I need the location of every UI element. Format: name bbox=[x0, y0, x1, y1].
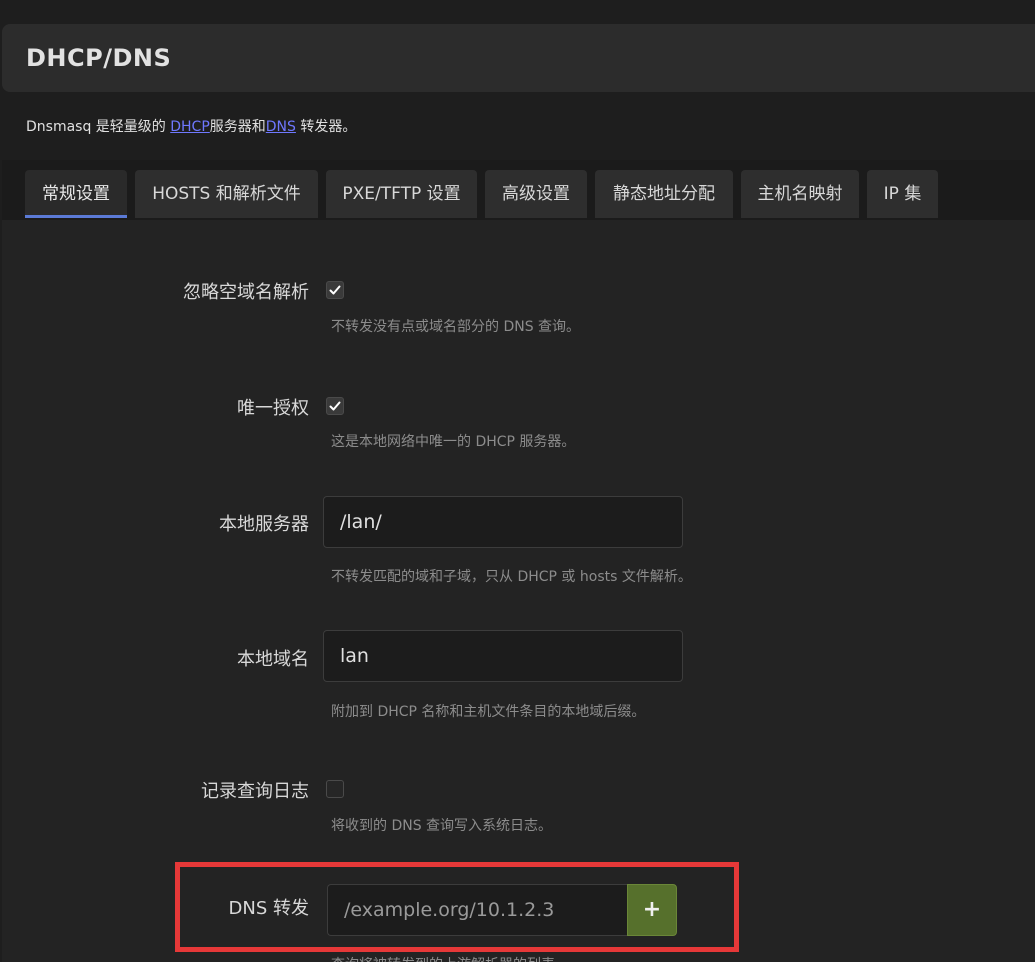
local-domain-help: 附加到 DHCP 名称和主机文件条目的本地域后缀。 bbox=[331, 704, 646, 720]
authoritative-label: 唯一授权 bbox=[237, 398, 309, 419]
dns-forward-label: DNS 转发 bbox=[228, 898, 309, 919]
content-panel bbox=[2, 160, 1035, 962]
log-queries-help: 将收到的 DNS 查询写入系统日志。 bbox=[331, 818, 553, 834]
description-middle: 服务器和 bbox=[209, 119, 266, 135]
log-queries-checkbox[interactable] bbox=[326, 780, 344, 798]
local-server-input[interactable] bbox=[323, 496, 683, 548]
description-prefix: Dnsmasq 是轻量级的 bbox=[26, 119, 171, 135]
dhcp-link[interactable]: DHCP bbox=[170, 119, 210, 135]
dns-forward-help: 查询将被转发到的上游解析器的列表 bbox=[331, 954, 555, 962]
checkmark-icon bbox=[329, 285, 341, 295]
checkmark-icon bbox=[329, 401, 341, 411]
tab-hostnames[interactable]: 主机名映射 bbox=[741, 170, 859, 218]
tab-general-settings[interactable]: 常规设置 bbox=[25, 170, 127, 218]
authoritative-checkbox[interactable] bbox=[326, 397, 344, 415]
dns-forward-add-button[interactable]: + bbox=[627, 884, 677, 936]
tab-advanced-settings[interactable]: 高级设置 bbox=[485, 170, 587, 218]
domain-needed-checkbox[interactable] bbox=[326, 281, 344, 299]
description-suffix: 转发器。 bbox=[295, 119, 357, 135]
title-bar: DHCP/DNS bbox=[2, 24, 1035, 92]
log-queries-label: 记录查询日志 bbox=[201, 781, 309, 802]
authoritative-help: 这是本地网络中唯一的 DHCP 服务器。 bbox=[331, 434, 576, 450]
local-server-help: 不转发匹配的域和子域，只从 DHCP 或 hosts 文件解析。 bbox=[331, 569, 692, 585]
dns-link[interactable]: DNS bbox=[266, 119, 296, 135]
page-description: Dnsmasq 是轻量级的 DHCP服务器和DNS 转发器。 bbox=[26, 116, 356, 136]
dns-forward-input[interactable] bbox=[327, 884, 627, 936]
tab-ip-sets[interactable]: IP 集 bbox=[867, 170, 938, 218]
local-server-label: 本地服务器 bbox=[219, 514, 309, 535]
tab-pxe-tftp-settings[interactable]: PXE/TFTP 设置 bbox=[326, 170, 477, 218]
page: DHCP/DNS Dnsmasq 是轻量级的 DHCP服务器和DNS 转发器。 … bbox=[0, 0, 1035, 962]
page-title: DHCP/DNS bbox=[26, 44, 172, 72]
domain-needed-help: 不转发没有点或域名部分的 DNS 查询。 bbox=[331, 319, 581, 335]
domain-needed-label: 忽略空域名解析 bbox=[183, 282, 309, 303]
local-domain-input[interactable] bbox=[323, 630, 683, 682]
tab-static-leases[interactable]: 静态地址分配 bbox=[595, 170, 733, 218]
local-domain-label: 本地域名 bbox=[237, 649, 309, 670]
tab-hosts-resolv-files[interactable]: HOSTS 和解析文件 bbox=[135, 170, 318, 218]
